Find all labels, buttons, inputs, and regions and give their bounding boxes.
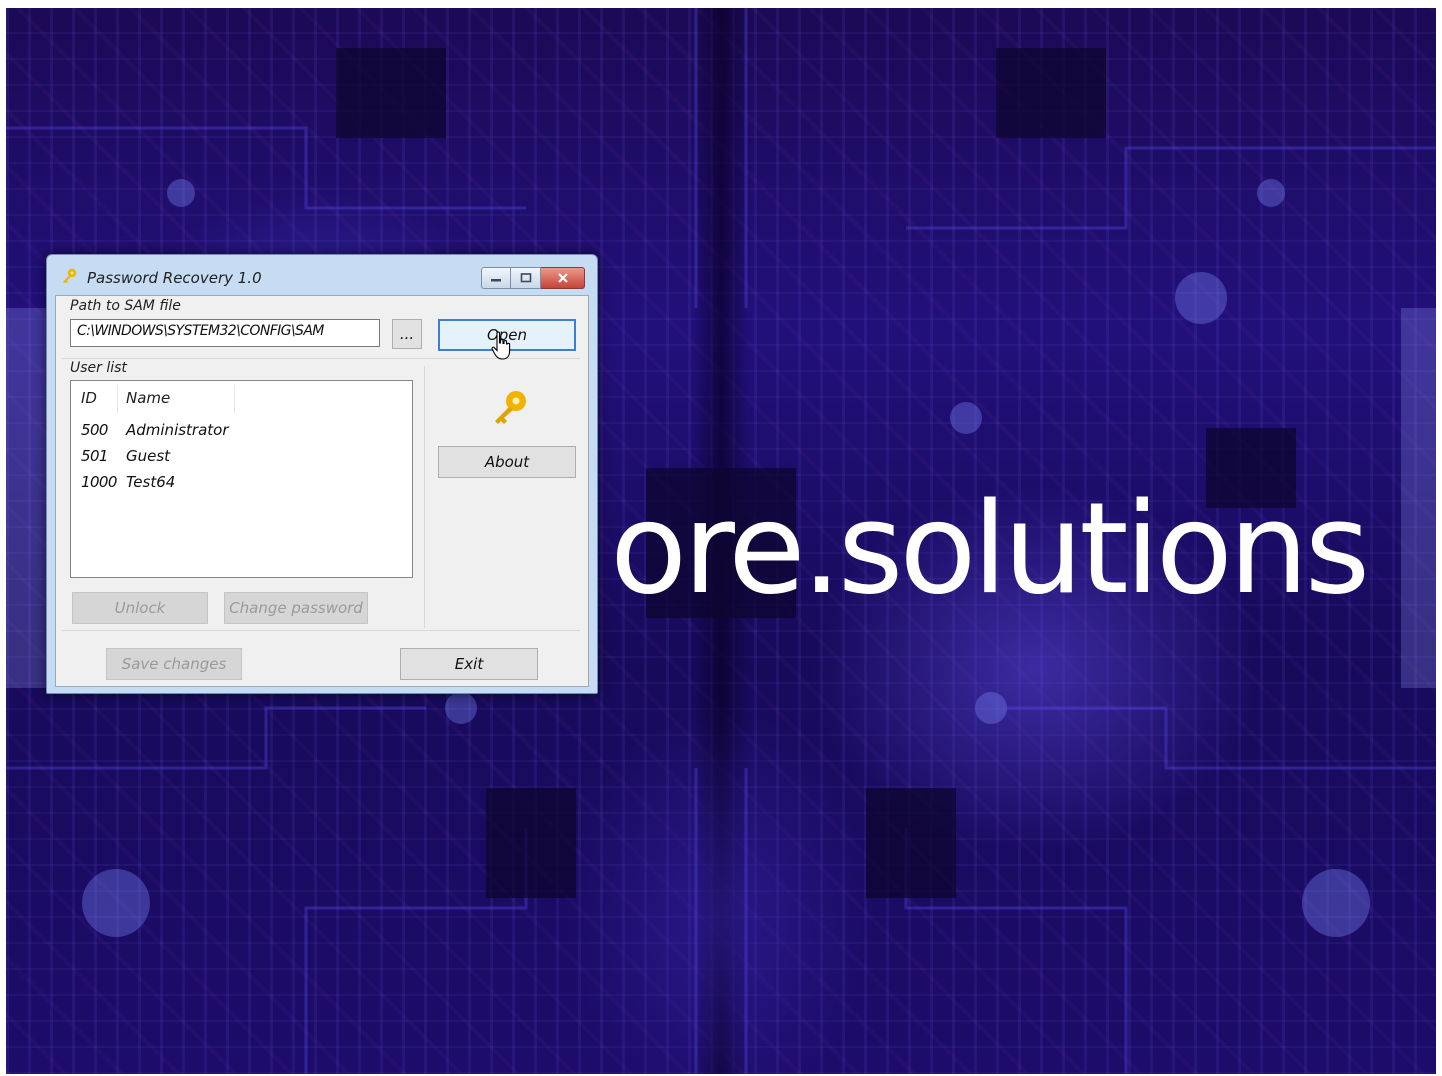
sam-path-input[interactable]: C:\WINDOWS\SYSTEM32\CONFIG\SAM	[70, 319, 380, 347]
maximize-icon	[520, 273, 531, 283]
minimize-button[interactable]	[481, 267, 511, 289]
brand-text: ore.solutions	[610, 475, 1370, 622]
password-recovery-window[interactable]: Password Recovery 1.0 Path to SAM file C…	[46, 254, 598, 694]
window-title: Password Recovery 1.0	[87, 269, 262, 287]
key-icon	[63, 268, 77, 284]
change-password-button[interactable]: Change password	[224, 592, 368, 624]
column-header-name[interactable]: Name	[126, 389, 170, 407]
browse-button[interactable]: ...	[392, 319, 422, 349]
column-separator	[234, 385, 235, 413]
exit-button[interactable]: Exit	[400, 648, 538, 680]
sam-path-label: Path to SAM file	[70, 298, 181, 314]
user-list-header: ID Name	[71, 381, 412, 417]
user-row[interactable]: 1000 Test64	[71, 473, 412, 499]
title-bar[interactable]: Password Recovery 1.0	[47, 255, 597, 295]
user-id: 501	[81, 447, 108, 465]
divider	[424, 366, 425, 628]
maximize-button[interactable]	[511, 267, 541, 289]
divider	[62, 630, 580, 631]
close-icon	[557, 273, 568, 283]
about-button[interactable]: About	[438, 446, 576, 478]
close-button[interactable]	[541, 267, 585, 289]
user-row[interactable]: 501 Guest	[71, 447, 412, 473]
column-separator	[117, 385, 118, 413]
column-header-id[interactable]: ID	[81, 389, 97, 407]
minimize-icon	[491, 279, 501, 282]
user-name: Administrator	[126, 421, 229, 439]
user-name: Test64	[126, 473, 176, 491]
user-list-label: User list	[70, 360, 127, 376]
save-changes-button[interactable]: Save changes	[106, 648, 242, 680]
hand-cursor-icon	[491, 331, 511, 360]
user-id: 500	[81, 421, 108, 439]
user-name: Guest	[126, 447, 171, 465]
unlock-button[interactable]: Unlock	[72, 592, 208, 624]
key-icon	[495, 391, 526, 424]
user-list[interactable]: ID Name 500 Administrator 501 Guest 1000…	[70, 380, 413, 578]
user-row[interactable]: 500 Administrator	[71, 421, 412, 447]
user-id: 1000	[81, 473, 117, 491]
